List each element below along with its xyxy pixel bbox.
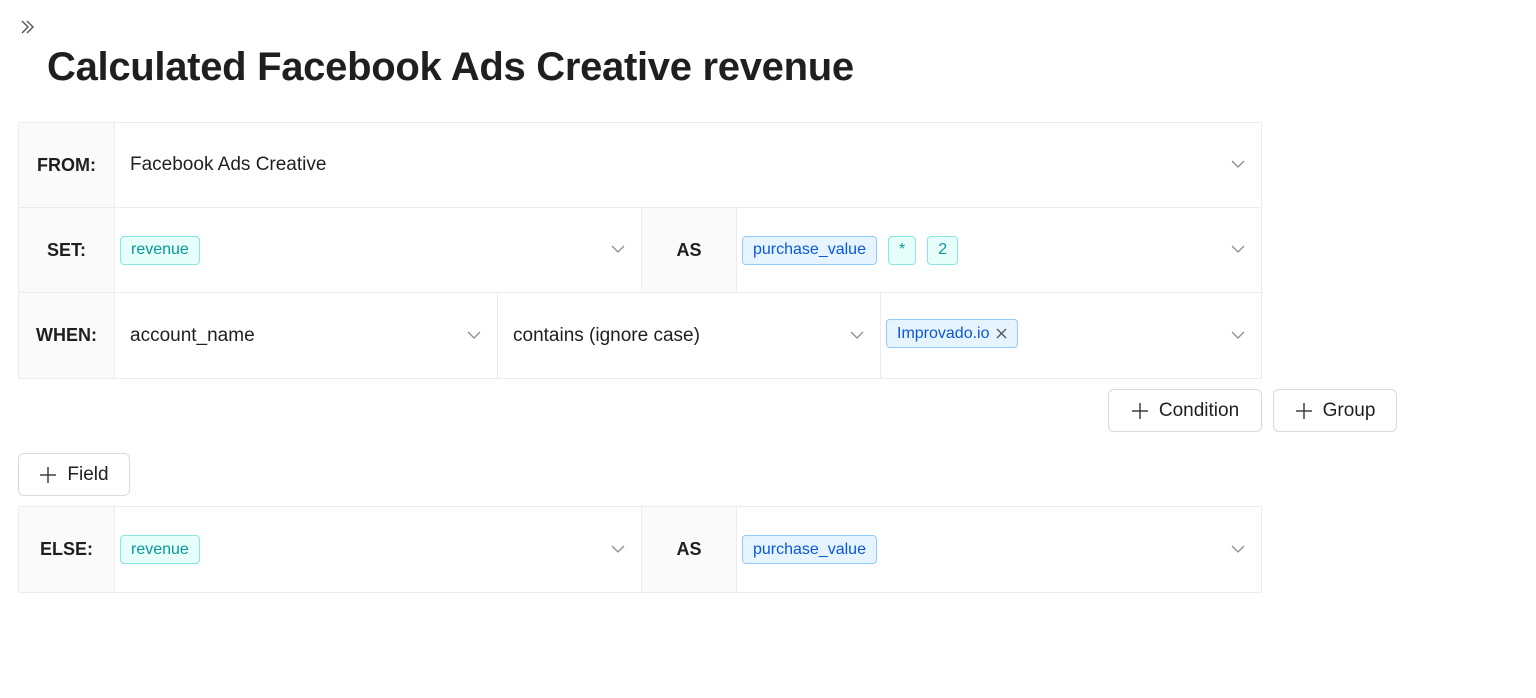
else-field-select[interactable]: revenue	[115, 507, 641, 592]
else-as-label: AS	[641, 507, 737, 592]
chevron-down-icon	[1231, 157, 1245, 171]
else-block: ELSE: revenue AS purchase_value	[18, 506, 1262, 593]
when-value-select[interactable]: Improvado.io	[880, 293, 1261, 378]
set-row: SET: revenue AS purchase_value * 2	[19, 208, 1261, 293]
expression-tag-operator: *	[887, 235, 917, 265]
page-title: Calculated Facebook Ads Creative revenue	[47, 45, 854, 89]
plus-icon	[1131, 402, 1149, 420]
else-field-tag: revenue	[120, 535, 200, 564]
set-label: SET:	[19, 208, 115, 292]
chevron-down-icon	[467, 328, 481, 342]
when-label: WHEN:	[19, 293, 115, 378]
else-expression-select[interactable]: purchase_value	[737, 507, 1261, 592]
when-row: WHEN: account_name contains (ignore case…	[19, 293, 1261, 378]
chevron-down-icon	[1231, 242, 1245, 256]
set-field-tag: revenue	[120, 235, 200, 265]
when-field-select[interactable]: account_name	[115, 293, 497, 378]
add-condition-button[interactable]: Condition	[1108, 389, 1262, 432]
add-condition-label: Condition	[1158, 399, 1240, 421]
add-field-button[interactable]: Field	[18, 453, 130, 496]
when-value-tag: Improvado.io	[886, 319, 1018, 348]
from-source-select[interactable]: Facebook Ads Creative	[115, 123, 1261, 207]
else-row: ELSE: revenue AS purchase_value	[19, 507, 1261, 592]
add-group-label: Group	[1322, 399, 1376, 421]
plus-icon	[1295, 402, 1313, 420]
from-source-value: Facebook Ads Creative	[130, 154, 327, 175]
close-icon[interactable]	[996, 328, 1007, 339]
when-operator-value: contains (ignore case)	[513, 324, 700, 346]
chevron-down-icon	[611, 542, 625, 556]
else-expression-tag: purchase_value	[742, 535, 877, 564]
expression-tag-number: 2	[927, 235, 959, 265]
expression-tag-field: purchase_value	[742, 235, 877, 265]
from-row: FROM: Facebook Ads Creative	[19, 123, 1261, 208]
add-group-button[interactable]: Group	[1273, 389, 1397, 432]
plus-icon	[39, 466, 57, 484]
set-as-label: AS	[641, 208, 737, 292]
when-operator-select[interactable]: contains (ignore case)	[497, 293, 880, 378]
set-expression-select[interactable]: purchase_value * 2	[737, 208, 1261, 292]
from-label: FROM:	[19, 123, 115, 207]
chevron-down-icon	[1231, 328, 1245, 342]
add-field-label: Field	[67, 463, 109, 485]
chevron-down-icon	[611, 242, 625, 256]
chevron-down-icon	[1231, 542, 1245, 556]
rule-editor: FROM: Facebook Ads Creative SET: revenue…	[18, 122, 1262, 379]
chevron-down-icon	[850, 328, 864, 342]
else-label: ELSE:	[19, 507, 115, 592]
set-field-select[interactable]: revenue	[115, 208, 641, 292]
when-value-tag-label: Improvado.io	[897, 324, 990, 342]
expand-sidebar-icon[interactable]	[17, 17, 37, 37]
when-field-value: account_name	[130, 324, 255, 346]
